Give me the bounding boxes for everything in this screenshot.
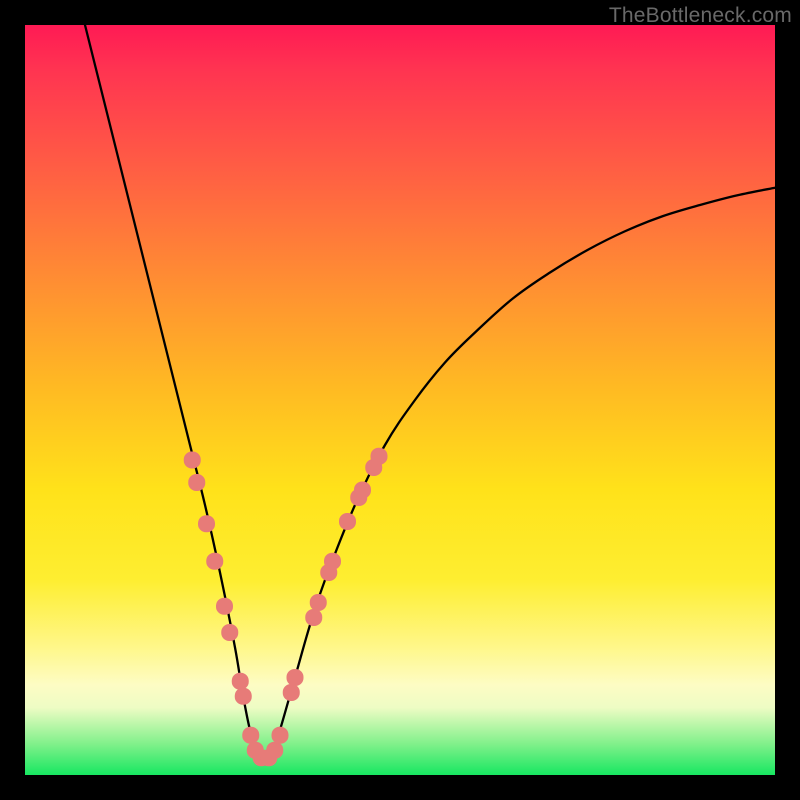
chart-stage: TheBottleneck.com (0, 0, 800, 800)
curve-marker (266, 742, 283, 759)
curve-marker (188, 474, 205, 491)
curve-marker (206, 553, 223, 570)
curve-marker (198, 515, 215, 532)
curve-marker (283, 684, 300, 701)
curve-marker (221, 624, 238, 641)
curve-marker (216, 598, 233, 615)
curve-svg (25, 25, 775, 775)
curve-marker (184, 452, 201, 469)
curve-marker (242, 727, 259, 744)
curve-marker (272, 727, 289, 744)
curve-marker (310, 594, 327, 611)
curve-marker (324, 553, 341, 570)
curve-marker (371, 448, 388, 465)
curve-marker (287, 669, 304, 686)
plot-area (25, 25, 775, 775)
curve-marker (339, 513, 356, 530)
curve-marker (232, 673, 249, 690)
curve-marker (235, 688, 252, 705)
bottleneck-curve (85, 25, 775, 760)
curve-marker (305, 609, 322, 626)
curve-marker (354, 482, 371, 499)
curve-markers (184, 448, 388, 767)
